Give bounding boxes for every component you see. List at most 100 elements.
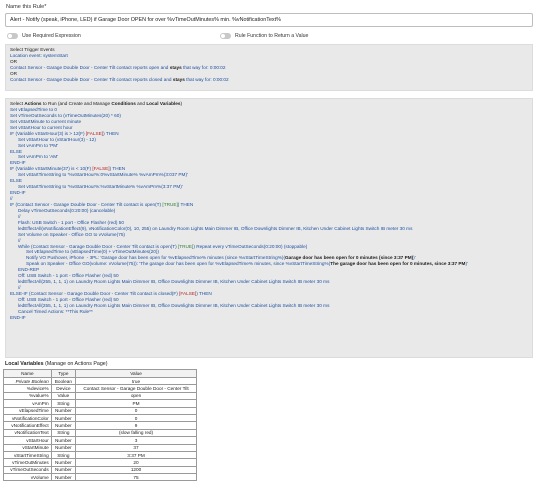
- code-segment: Set vStartMinute to current minute: [10, 118, 82, 124]
- code-segment: [TRUE]: [162, 201, 178, 207]
- code-segment: Set vElapsedTime to 0: [10, 106, 57, 112]
- trigger-events-list: Location event: systemStart OR Contact Sen…: [10, 53, 528, 83]
- table-row: vStartMinute Number 37: [3, 443, 197, 452]
- variable-name-cell: vNotificationColor: [3, 413, 52, 423]
- code-segment: //: [18, 285, 21, 291]
- variable-name-cell: vStartMinute: [3, 443, 52, 452]
- code-segment: to Run (and Create and Manage: [41, 101, 112, 106]
- code-segment: ELSE: [10, 148, 22, 154]
- code-segment: Conditions: [111, 101, 136, 106]
- code-segment: ): [180, 101, 183, 106]
- variable-type-cell: Number: [50, 443, 77, 452]
- variable-name-cell: vStartTimeString: [3, 450, 52, 460]
- table-row: Private Boolean Boolean true: [3, 376, 197, 386]
- code-segment: Location event: systemStart: [10, 52, 68, 58]
- actions-panel[interactable]: Select Actions to Run (and Create and Ma…: [5, 98, 533, 358]
- variable-value-cell: 37: [75, 443, 197, 452]
- code-segment: stays: [172, 76, 185, 82]
- variable-name-cell: vElapsedTime: [3, 406, 52, 415]
- required-expression-toggle-row[interactable]: Use Required Expression: [7, 31, 81, 40]
- variable-type-cell: String: [50, 428, 77, 438]
- table-row: vNotificationEffect Number 9: [3, 421, 197, 430]
- table-row: vNotificationText String (slow falling red…: [3, 428, 197, 438]
- code-segment: Delay vTimeOutSeconds(0:20:00) (cancelab…: [18, 207, 116, 213]
- code-segment: //: [10, 196, 13, 201]
- code-segment: Contact Sensor - Garage Double Door - Ce…: [10, 64, 170, 70]
- rule-name-label: Name this Rule*: [6, 4, 47, 10]
- variable-type-cell: Number: [50, 465, 77, 475]
- variable-name-cell: vNotificationText: [3, 428, 52, 438]
- code-segment: ledEffectAll(255, 1, 1, 1) on Laundry Ro…: [18, 302, 330, 308]
- code-segment: While (Contact Sensor - Garage Double Do…: [18, 243, 178, 249]
- code-segment: END-IF: [10, 190, 26, 196]
- rule-name-input[interactable]: Alert - Notify (speak, iPhone, LED) if G…: [5, 13, 533, 27]
- variable-name-cell: vNotificationEffect: [3, 421, 52, 430]
- variable-value-cell: 3: [75, 436, 197, 445]
- code-segment: [FALSE]: [179, 291, 197, 296]
- local-variables-table: Name Type Value Private Boolean Boolean tr…: [3, 369, 197, 482]
- code-segment: Set Volume on Speaker - Office GO to vVo…: [18, 231, 125, 237]
- code-segment: )': [465, 261, 468, 267]
- code-segment: )': [413, 255, 416, 261]
- code-segment: Notify VO Pushover, iPhone - 3PL: 'Garag…: [26, 255, 286, 261]
- variable-name-cell: vTimeOutSeconds: [3, 465, 52, 475]
- variable-name-cell: Private Boolean: [3, 376, 52, 386]
- variable-value-cell: 1200: [75, 465, 197, 475]
- variable-type-cell: Number: [50, 458, 77, 467]
- code-segment: ledEffectAll(vNotificationEffect(9), vNo…: [18, 225, 413, 231]
- code-segment: Off: USB Switch - 1 port - Office Flashe…: [18, 273, 119, 279]
- variable-name-cell: vAmPm: [3, 399, 52, 408]
- variable-value-cell: 3:37 PM: [75, 450, 197, 460]
- code-segment: OR: [10, 58, 18, 64]
- code-segment: Set vStartTimeString to '%vStartHour%:0%…: [18, 172, 188, 178]
- code-segment: //: [18, 213, 21, 219]
- variable-value-cell: 75: [75, 473, 197, 482]
- rule-function-toggle-row[interactable]: Rule Function to Return a Value: [220, 31, 308, 40]
- code-segment: Set vAmPm to 'AM': [18, 154, 59, 160]
- code-segment: The garage door has been open for 0 minu…: [330, 261, 466, 267]
- toggle-switch-icon[interactable]: [7, 32, 18, 39]
- column-header-value: Value: [75, 369, 197, 378]
- variable-type-cell: String: [50, 399, 77, 408]
- code-segment: Set vStartHour to (vStartHour(3) - 12): [18, 136, 96, 142]
- actions-list: Set vElapsedTime to 0 Set vTimeOutSeconds…: [10, 107, 528, 321]
- action-line[interactable]: END-IF: [10, 315, 528, 321]
- column-header-name: Name: [3, 369, 52, 378]
- code-segment: Cancel Timed Actions: **This Rule**: [18, 308, 93, 314]
- code-segment: IF (Variable vStartMinute(37) is < 10(F): [10, 166, 93, 172]
- variable-type-cell: Device: [50, 384, 77, 393]
- variable-type-cell: Number: [50, 473, 77, 482]
- code-segment: OR: [10, 70, 18, 76]
- trigger-events-panel[interactable]: Select Trigger Events Location event: sy…: [5, 44, 533, 91]
- code-segment: and: [135, 101, 147, 106]
- variable-type-cell: Value: [50, 391, 77, 401]
- table-row: vStartTimeString String 3:37 PM: [3, 450, 197, 460]
- variable-type-cell: Number: [50, 413, 77, 423]
- local-variables-heading: Local Variables: [5, 361, 44, 367]
- code-segment: Set vAmPm to 'PM': [18, 142, 59, 148]
- variable-name-cell: vVolume: [3, 473, 52, 482]
- variable-value-cell: 0: [75, 413, 197, 423]
- trigger-line[interactable]: Contact Sensor - Garage Double Door - Ce…: [10, 77, 528, 83]
- code-segment: that way for: 0:00:02: [184, 76, 229, 82]
- code-segment: IF (Contact Sensor - Garage Double Door …: [10, 201, 163, 207]
- code-segment: //: [18, 237, 21, 243]
- variable-name-cell: vStartHour: [3, 436, 52, 445]
- code-segment: ) THEN: [177, 201, 194, 207]
- code-segment: Set vStartTimeString to '%vStartHour%:%v…: [18, 184, 183, 190]
- variable-type-cell: String: [50, 450, 77, 460]
- code-segment: ELSE: [10, 178, 22, 184]
- code-segment: ) THEN: [103, 130, 119, 136]
- code-segment: Actions: [24, 101, 42, 106]
- code-segment: stays: [169, 64, 182, 70]
- action-line[interactable]: Speak on Speaker - Office GO(volume: vVo…: [10, 261, 528, 267]
- table-row: vElapsedTime Number 0: [3, 406, 197, 415]
- toggle-switch-icon[interactable]: [220, 32, 231, 39]
- variable-value-cell: 20: [75, 458, 197, 467]
- required-expression-label: Use Required Expression: [22, 32, 81, 39]
- table-row: vNotificationColor Number 0: [3, 413, 197, 423]
- table-row: vAmPm String PM: [3, 399, 197, 408]
- code-segment: Flash: USB Switch - 1 port - Office Flas…: [18, 219, 124, 225]
- code-segment: IF (Variable vStartHour(3) is > 12(F): [10, 130, 86, 136]
- code-segment: ) THEN: [196, 291, 212, 296]
